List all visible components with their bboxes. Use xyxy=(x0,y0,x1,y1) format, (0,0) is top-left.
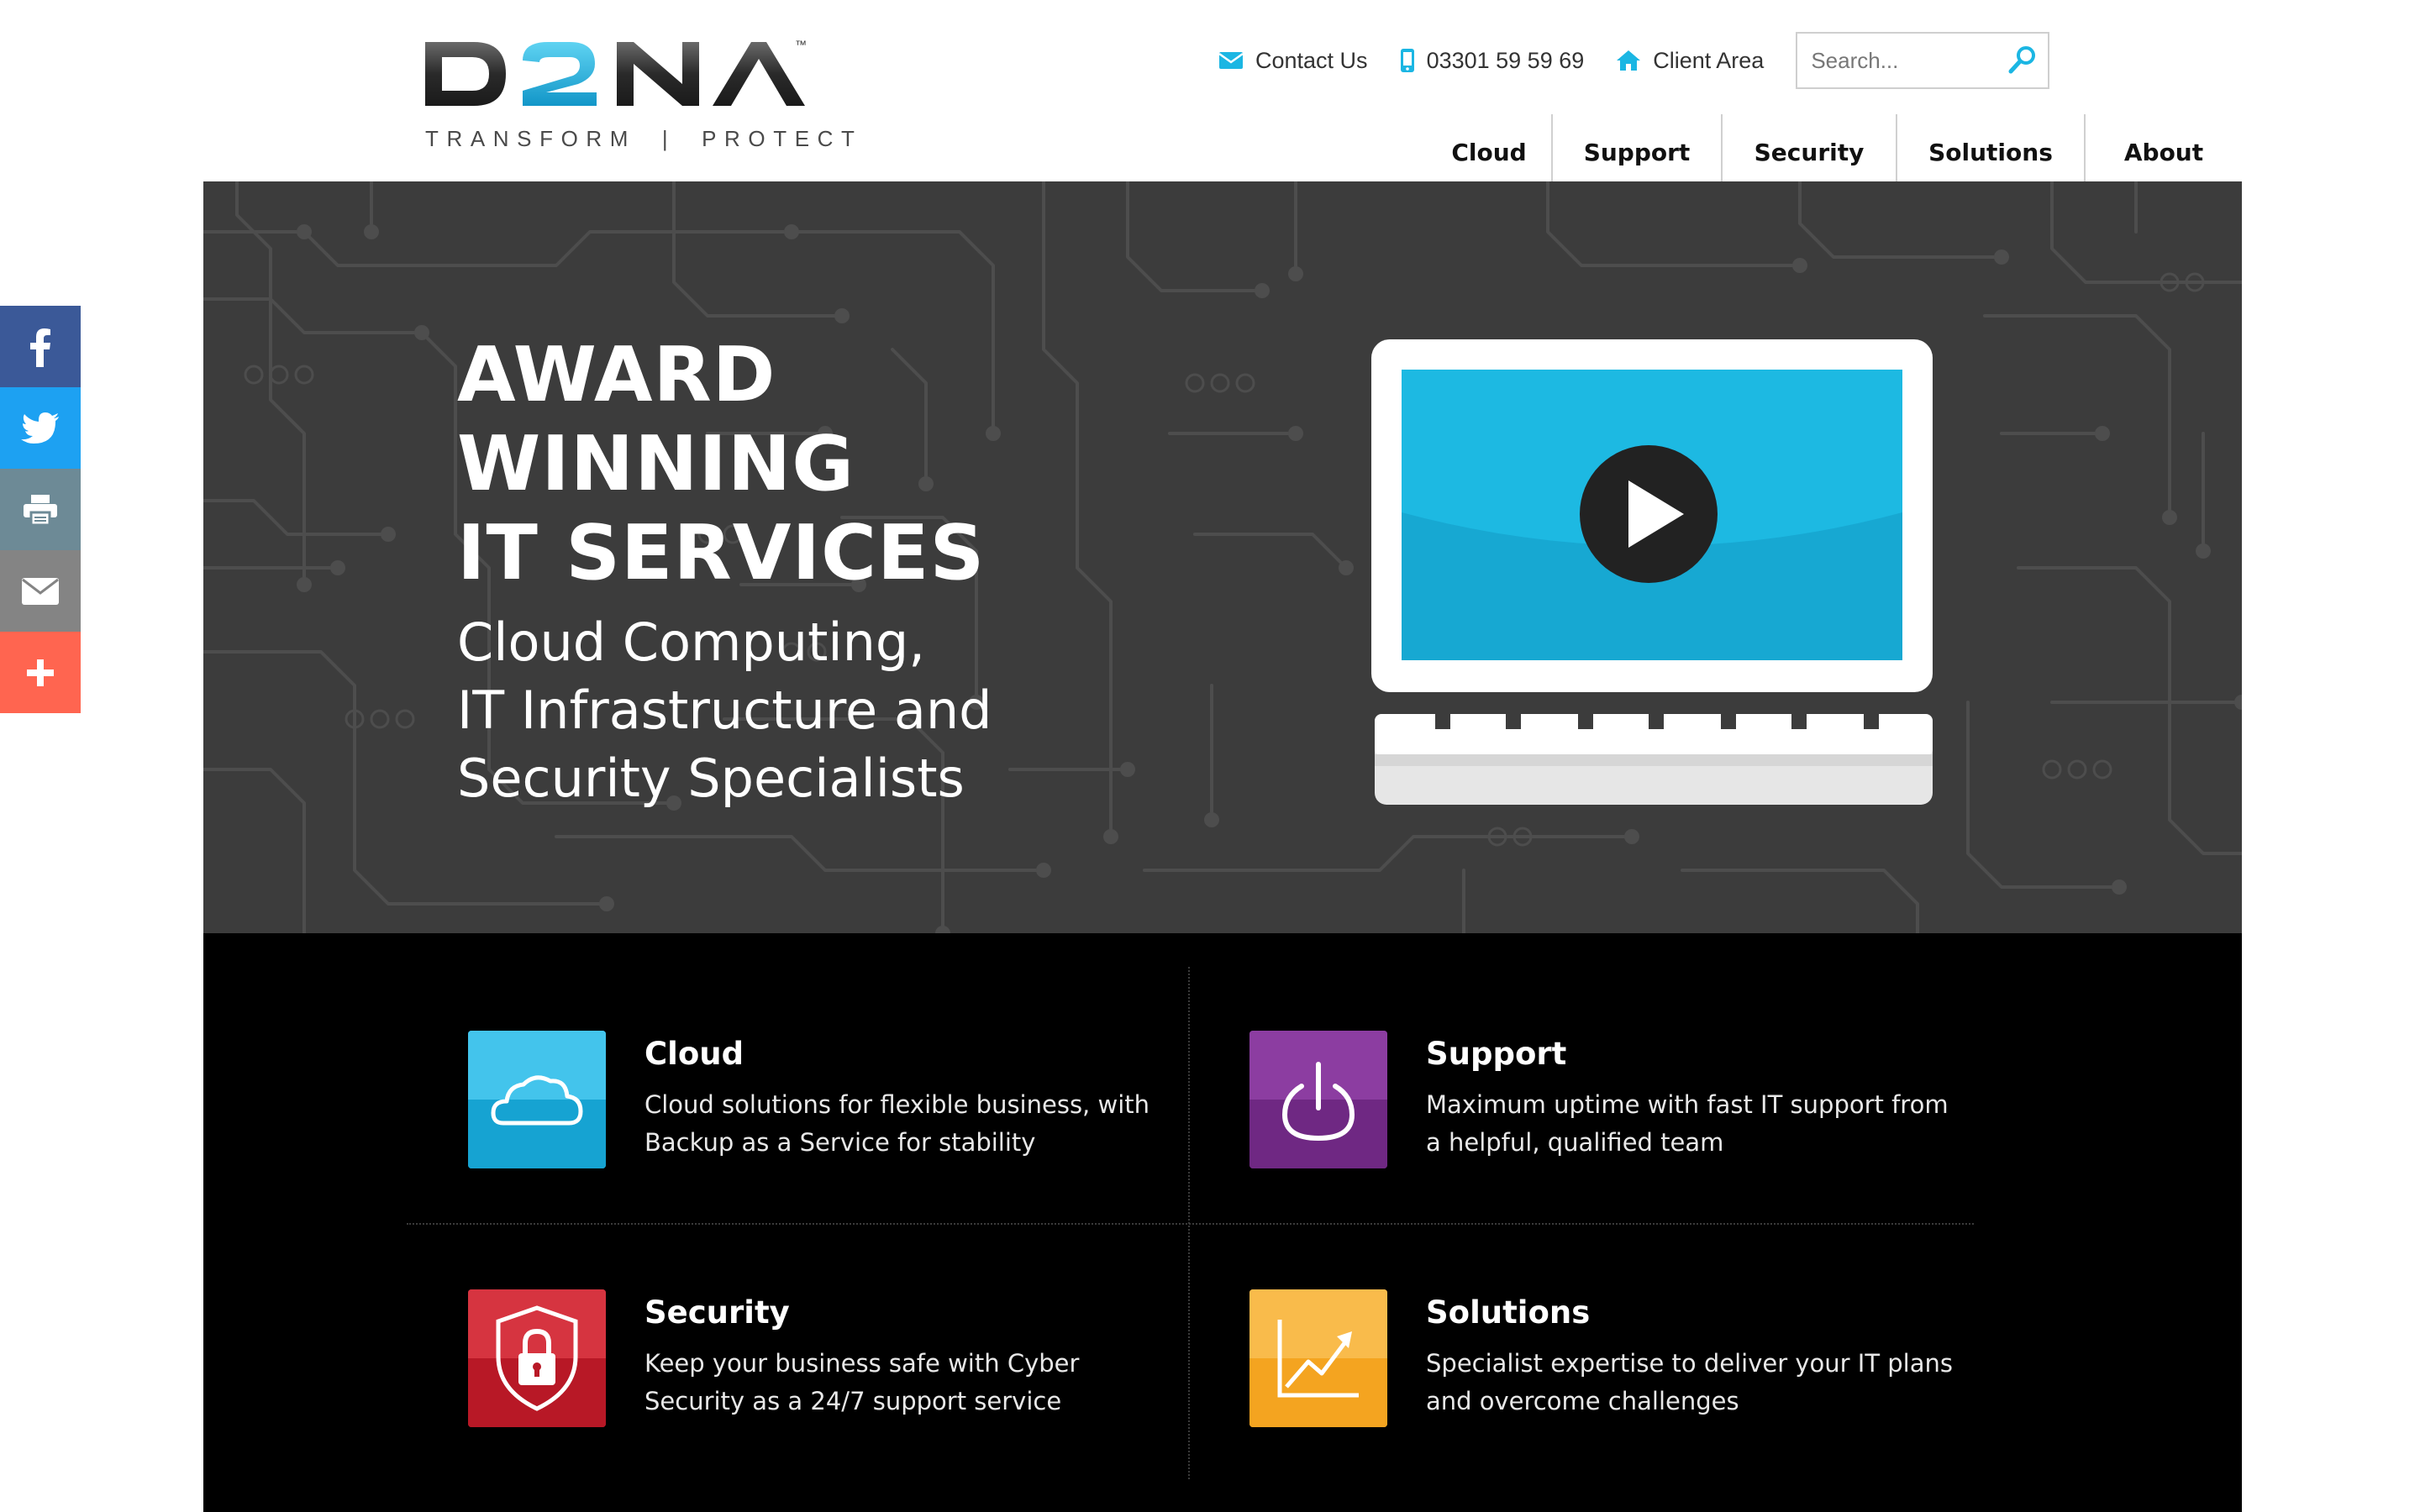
facebook-icon xyxy=(30,328,50,367)
client-area-link[interactable]: Client Area xyxy=(1616,48,1764,74)
chart-growth-icon xyxy=(1249,1289,1387,1427)
service-desc-solutions: Specialist expertise to deliver your IT … xyxy=(1426,1345,1964,1420)
hero-subtitle: Cloud Computing, IT Infrastructure and S… xyxy=(457,608,992,812)
service-desc-line: Backup as a Service for stability xyxy=(644,1128,1036,1157)
hero-subtitle-line-2: IT Infrastructure and xyxy=(457,680,992,741)
share-email-button[interactable] xyxy=(0,550,81,632)
hero-title: AWARD WINNING IT SERVICES xyxy=(457,331,985,598)
service-desc-support: Maximum uptime with fast IT support from… xyxy=(1426,1086,1964,1162)
search-input[interactable] xyxy=(1797,34,2008,87)
service-card-cloud[interactable]: Cloud Cloud solutions for flexible busin… xyxy=(468,1031,1157,1173)
hero-title-line-1: AWARD xyxy=(457,331,776,419)
service-desc-line: Security as a 24/7 support service xyxy=(644,1387,1062,1415)
service-desc-cloud: Cloud solutions for flexible business, w… xyxy=(644,1086,1182,1162)
nav-about[interactable]: About xyxy=(2084,114,2242,181)
service-card-security[interactable]: Security Keep your business safe with Cy… xyxy=(468,1289,1157,1432)
print-icon xyxy=(24,494,57,526)
share-twitter-button[interactable] xyxy=(0,387,81,469)
service-title-support: Support xyxy=(1426,1036,1567,1072)
service-desc-line: a helpful, qualified team xyxy=(1426,1128,1724,1157)
hero-subtitle-line-3: Security Specialists xyxy=(457,748,965,809)
phone-link[interactable]: 03301 59 59 69 xyxy=(1400,47,1585,74)
client-area-label: Client Area xyxy=(1653,47,1765,73)
utility-bar: Contact Us 03301 59 59 69 Client Area xyxy=(1218,32,2050,89)
hero-subtitle-line-1: Cloud Computing, xyxy=(457,612,925,673)
service-desc-line: Cloud solutions for flexible business, w… xyxy=(644,1090,1150,1119)
shield-lock-icon xyxy=(468,1289,606,1427)
nav-support[interactable]: Support xyxy=(1551,114,1721,181)
social-share-bar xyxy=(0,306,81,713)
service-icon-support xyxy=(1249,1031,1387,1168)
service-title-security: Security xyxy=(644,1294,790,1331)
trademark-symbol: ™ xyxy=(795,38,807,51)
d2na-logo-wordmark: ™ xyxy=(425,38,807,106)
d2na-logo[interactable]: ™ TRANSFORM | PROTECT xyxy=(422,34,855,160)
video-play-laptop[interactable] xyxy=(1368,336,1936,806)
service-card-solutions[interactable]: Solutions Specialist expertise to delive… xyxy=(1249,1289,1953,1432)
plus-icon xyxy=(27,659,54,686)
tagline-transform: TRANSFORM xyxy=(425,126,637,151)
cloud-icon xyxy=(468,1031,606,1168)
service-desc-line: and overcome challenges xyxy=(1426,1387,1739,1415)
service-desc-line: Specialist expertise to deliver your IT … xyxy=(1426,1349,1953,1378)
share-facebook-button[interactable] xyxy=(0,306,81,387)
services-section: Cloud Cloud solutions for flexible busin… xyxy=(203,933,2242,1512)
service-card-support[interactable]: Support Maximum uptime with fast IT supp… xyxy=(1249,1031,1949,1173)
nav-solutions[interactable]: Solutions xyxy=(1896,114,2084,181)
hero-title-line-3: IT SERVICES xyxy=(457,509,986,597)
service-desc-line: Keep your business safe with Cyber xyxy=(644,1349,1080,1378)
service-icon-solutions xyxy=(1249,1289,1387,1427)
hero-banner: AWARD WINNING IT SERVICES Cloud Computin… xyxy=(203,181,2242,933)
mobile-phone-icon xyxy=(1400,49,1414,72)
email-icon xyxy=(22,577,59,605)
logo-tagline: TRANSFORM | PROTECT xyxy=(425,126,863,152)
hero-title-line-2: WINNING xyxy=(457,420,855,508)
search-icon[interactable] xyxy=(2006,44,2039,77)
search-box xyxy=(1796,32,2050,89)
phone-number: 03301 59 59 69 xyxy=(1426,47,1585,73)
services-horizontal-divider xyxy=(407,1223,1974,1225)
service-icon-cloud xyxy=(468,1031,606,1168)
power-icon xyxy=(1249,1031,1387,1168)
envelope-icon xyxy=(1218,52,1244,69)
service-icon-security xyxy=(468,1289,606,1427)
main-navigation: Cloud Support Security Solutions About xyxy=(1427,114,2242,181)
nav-cloud[interactable]: Cloud xyxy=(1427,114,1551,181)
nav-security[interactable]: Security xyxy=(1721,114,1896,181)
tagline-protect: PROTECT xyxy=(702,126,863,151)
site-header: ™ TRANSFORM | PROTECT Contact Us 03301 5… xyxy=(203,0,2242,181)
service-desc-security: Keep your business safe with Cyber Secur… xyxy=(644,1345,1182,1420)
service-title-cloud: Cloud xyxy=(644,1036,744,1072)
share-more-button[interactable] xyxy=(0,632,81,713)
service-desc-line: Maximum uptime with fast IT support from xyxy=(1426,1090,1949,1119)
tagline-separator: | xyxy=(661,126,676,151)
share-print-button[interactable] xyxy=(0,469,81,550)
service-title-solutions: Solutions xyxy=(1426,1294,1591,1331)
home-icon xyxy=(1617,50,1641,71)
twitter-icon xyxy=(21,412,59,444)
contact-us-label: Contact Us xyxy=(1255,47,1368,73)
contact-us-link[interactable]: Contact Us xyxy=(1218,48,1368,74)
